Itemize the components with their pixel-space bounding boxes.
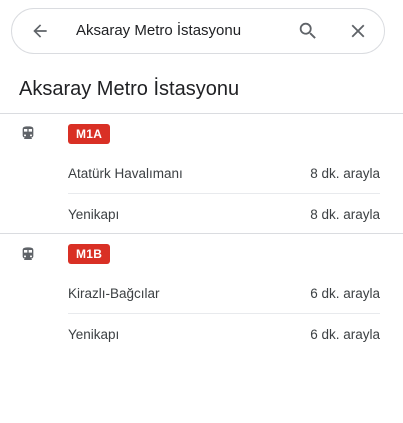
frequency-label: 6 dk. arayla <box>310 285 380 301</box>
destination-label: Yenikapı <box>68 206 120 222</box>
row-divider <box>68 193 380 194</box>
station-title: Aksaray Metro İstasyonu <box>19 78 240 100</box>
section-divider <box>0 233 403 234</box>
departure-row[interactable]: Yenikapı 8 dk. arayla <box>68 196 380 232</box>
search-icon[interactable] <box>293 16 323 46</box>
line-badge[interactable]: M1B <box>68 244 111 264</box>
destination-label: Kirazlı-Bağcılar <box>68 285 160 301</box>
departure-row[interactable]: Yenikapı 6 dk. arayla <box>68 316 380 352</box>
metro-icon <box>20 246 36 262</box>
destination-label: Yenikapı <box>68 326 120 342</box>
row-divider <box>68 313 380 314</box>
frequency-label: 8 dk. arayla <box>310 206 380 222</box>
search-input[interactable]: Aksaray Metro İstasyonu <box>76 22 241 39</box>
divider <box>0 113 403 114</box>
metro-icon <box>20 125 36 141</box>
search-bar[interactable]: Aksaray Metro İstasyonu <box>11 8 385 54</box>
departure-row[interactable]: Kirazlı-Bağcılar 6 dk. arayla <box>68 275 380 311</box>
departure-row[interactable]: Atatürk Havalımanı 8 dk. arayla <box>68 155 380 191</box>
frequency-label: 6 dk. arayla <box>310 326 380 342</box>
frequency-label: 8 dk. arayla <box>310 165 380 181</box>
close-icon[interactable] <box>343 16 373 46</box>
arrow-back-icon[interactable] <box>25 16 55 46</box>
line-badge[interactable]: M1A <box>68 124 111 144</box>
destination-label: Atatürk Havalımanı <box>68 165 183 181</box>
